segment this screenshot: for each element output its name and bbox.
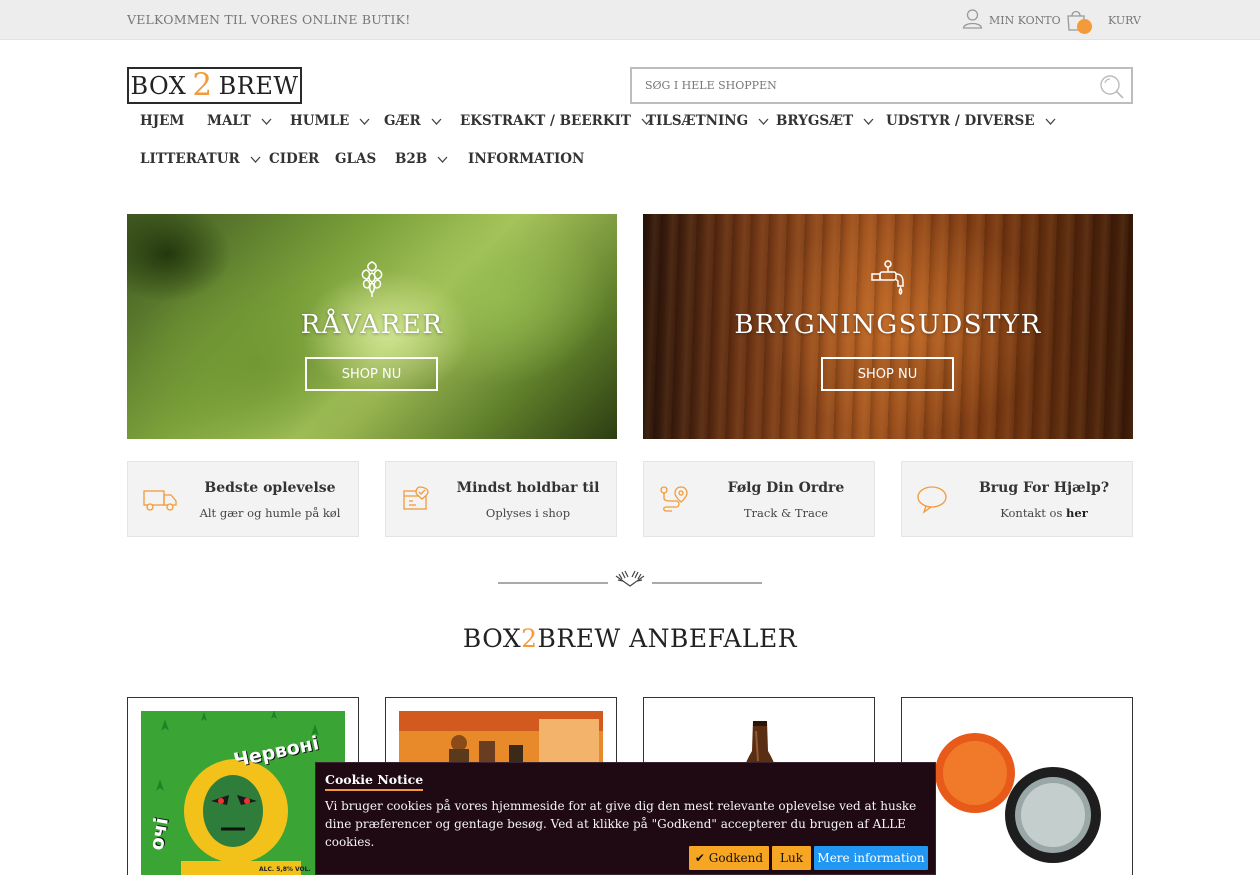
hops-icon [127,260,617,298]
shop-now-button[interactable]: SHOP NU [821,357,954,391]
nav-item-litteratur[interactable]: LITTERATUR [140,146,261,172]
nav-item-information[interactable]: INFORMATION [468,146,584,172]
feature-title: Mindst holdbar til [456,480,600,496]
chevron-down-icon [863,118,874,125]
nav-item-udstyr[interactable]: UDSTYR / DIVERSE [886,108,1056,134]
feature-title: Bedste oplevelse [204,480,336,496]
my-account-label: MIN KONTO [989,13,1061,27]
nav-item-hjem[interactable]: HJEM [140,108,184,134]
cart-count-badge [1077,19,1092,34]
nav-label: MALT [207,113,251,129]
chevron-down-icon [437,156,448,163]
nav-item-malt[interactable]: MALT [207,108,272,134]
feature-help: Brug For Hjælp? Kontakt os her [901,461,1133,537]
speech-bubble-icon [916,484,948,518]
nav-label: GLAS [335,151,377,167]
logo-text-box: BOX [130,71,187,100]
feature-subtitle: Oplyses i shop [485,506,571,520]
nav-label: B2B [395,151,428,167]
cookie-text: Vi bruger cookies på vores hjemmeside fo… [325,799,917,849]
nav-item-brygsaet[interactable]: BRYGSÆT [776,108,874,134]
cookie-notice: Cookie Notice Vi bruger cookies på vores… [315,762,936,875]
calendar-check-icon [400,484,432,518]
nav-item-cider[interactable]: CIDER [269,146,319,172]
top-bar: VELKOMMEN TIL VORES ONLINE BUTIK! MIN KO… [0,0,1260,40]
section-divider [498,568,762,590]
close-cookies-button[interactable]: Luk [772,846,811,870]
feature-subtitle: Alt gær og humle på køl [199,506,341,520]
recommendations-title: BOX2BREW ANBEFALER [0,624,1260,653]
feature-subtitle-prefix: Kontakt os [1000,506,1067,520]
nav-item-humle[interactable]: HUMLE [290,108,370,134]
welcome-text: VELKOMMEN TIL VORES ONLINE BUTIK! [127,12,411,27]
feature-title: Følg Din Ordre [727,480,845,496]
nav-label: UDSTYR / DIVERSE [886,113,1035,129]
chevron-down-icon [261,118,272,125]
feature-best-experience: Bedste oplevelse Alt gær og humle på køl [127,461,359,537]
feature-track-order[interactable]: Følg Din Ordre Track & Trace [643,461,875,537]
nav-label: INFORMATION [468,151,585,167]
banner-ravarer[interactable]: RÅVARER SHOP NU [127,214,617,439]
title-two: 2 [521,624,538,653]
accept-cookies-button[interactable]: ✔ Godkend [689,846,769,870]
product-image [915,711,1119,875]
title-box: BOX [462,624,522,653]
nav-item-ekstrakt[interactable]: EKSTRAKT / BEERKIT [460,108,652,134]
tap-icon [643,260,1133,298]
logo-text-two: 2 [192,67,213,103]
nav-label: GÆR [384,113,421,129]
banner-brygningsudstyr[interactable]: BRYGNINGSUDSTYR SHOP NU [643,214,1133,439]
nav-item-glas[interactable]: GLAS [335,146,376,172]
banner-title: BRYGNINGSUDSTYR [734,310,1042,340]
my-account-link[interactable]: MIN KONTO [962,9,1061,31]
chevron-down-icon [758,118,769,125]
nav-label: HJEM [140,113,185,129]
wheat-icon [615,570,645,587]
feature-best-before: Mindst holdbar til Oplyses i shop [385,461,617,537]
feature-title: Brug For Hjælp? [978,480,1110,496]
nav-label: LITTERATUR [140,151,240,167]
nav-item-tilsaetning[interactable]: TILSÆTNING [646,108,769,134]
more-information-button[interactable]: Mere information [814,846,928,870]
shop-now-button[interactable]: SHOP NU [305,357,438,391]
logo-text-brew: BREW [218,71,299,100]
cookie-title: Cookie Notice [325,772,424,791]
product-label-alc: ALC. 5,8% VOL. [259,866,311,873]
title-suffix: BREW ANBEFALER [537,624,798,653]
nav-item-b2b[interactable]: B2B [395,146,448,172]
cart-label: KURV [1108,13,1141,27]
chevron-down-icon [359,118,370,125]
chevron-down-icon [431,118,442,125]
nav-label: EKSTRAKT / BEERKIT [460,113,631,129]
chevron-down-icon [1045,118,1055,125]
shopping-bag-icon [1066,9,1092,34]
nav-label: BRYGSÆT [776,113,854,129]
nav-label: HUMLE [290,113,350,129]
cart-link[interactable]: KURV [1066,9,1141,34]
chevron-down-icon [250,156,261,163]
feature-subtitle: Kontakt os her [962,506,1126,520]
nav-label: CIDER [269,151,320,167]
nav-label: TILSÆTNING [646,113,749,129]
nav-item-gaer[interactable]: GÆR [384,108,442,134]
route-pin-icon [658,484,690,520]
site-logo[interactable]: BOX 2 BREW [127,67,302,104]
banner-title: RÅVARER [300,310,444,340]
contact-link[interactable]: her [1066,506,1088,520]
search-box [630,67,1133,104]
user-icon [962,8,983,32]
truck-icon [142,484,178,518]
search-input[interactable] [632,69,1072,102]
search-icon[interactable] [1099,74,1125,104]
feature-subtitle: Track & Trace [743,506,829,520]
